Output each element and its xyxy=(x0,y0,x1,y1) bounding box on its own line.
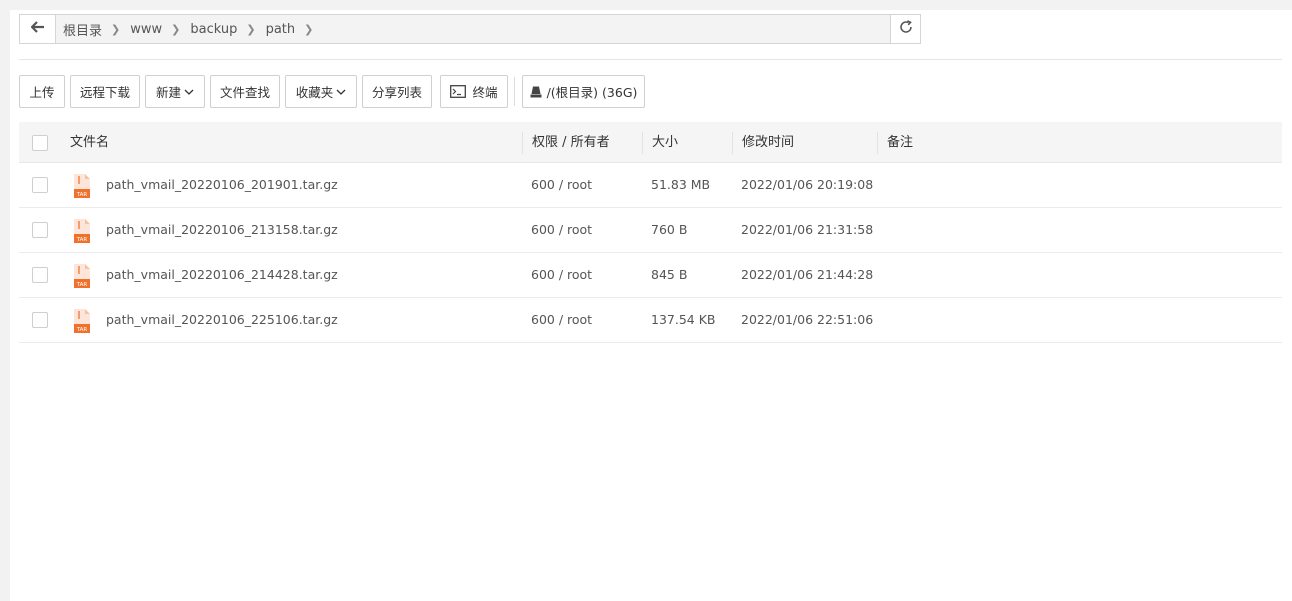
row-checkbox[interactable] xyxy=(32,222,48,238)
terminal-icon xyxy=(450,85,467,98)
share-list-label: 分享列表 xyxy=(371,85,422,100)
file-size: 845 B xyxy=(651,267,688,282)
new-label: 新建 xyxy=(155,85,181,100)
tar-file-icon: TAR xyxy=(72,219,92,243)
remote-download-label: 远程下载 xyxy=(79,85,130,100)
select-all-checkbox[interactable] xyxy=(32,135,48,151)
tar-file-icon: TAR xyxy=(72,264,92,288)
back-button[interactable] xyxy=(20,15,56,43)
disk-label: /(根目录) (36G) xyxy=(546,85,638,100)
column-divider xyxy=(642,132,643,154)
terminal-label: 终端 xyxy=(472,85,498,100)
column-header-size[interactable]: 大小 xyxy=(652,122,678,163)
row-checkbox[interactable] xyxy=(32,267,48,283)
chevron-right-icon: ❯ xyxy=(111,22,121,36)
table-row[interactable]: TAR path_vmail_20220106_201901.tar.gz 60… xyxy=(19,163,1282,208)
disk-icon xyxy=(530,86,542,98)
disk-button[interactable]: /(根目录) (36G) xyxy=(522,75,645,108)
file-name[interactable]: path_vmail_20220106_213158.tar.gz xyxy=(106,208,338,252)
remote-download-button[interactable]: 远程下载 xyxy=(70,75,140,108)
tar-file-icon: TAR xyxy=(72,309,92,333)
row-checkbox[interactable] xyxy=(32,177,48,193)
file-mtime: 2022/01/06 21:44:28 xyxy=(741,267,874,282)
chevron-down-icon xyxy=(336,84,346,99)
table-row[interactable]: TAR path_vmail_20220106_213158.tar.gz 60… xyxy=(19,208,1282,253)
file-perm[interactable]: 600 / root xyxy=(531,208,592,252)
column-header-mtime[interactable]: 修改时间 xyxy=(742,122,794,163)
divider xyxy=(19,59,1282,60)
chevron-right-icon: ❯ xyxy=(171,22,181,36)
new-dropdown-button[interactable]: 新建 xyxy=(145,75,205,108)
table-header: 文件名 权限 / 所有者 大小 修改时间 备注 xyxy=(19,122,1282,163)
svg-text:TAR: TAR xyxy=(76,192,88,198)
breadcrumb: 根目录 ❯ www ❯ backup ❯ path ❯ xyxy=(56,15,890,43)
svg-text:TAR: TAR xyxy=(76,282,88,288)
file-size: 137.54 KB xyxy=(651,312,716,327)
svg-text:TAR: TAR xyxy=(76,327,88,333)
column-divider xyxy=(732,132,733,154)
upload-label: 上传 xyxy=(29,85,55,100)
column-divider xyxy=(522,132,523,154)
crumb-backup[interactable]: backup xyxy=(190,22,237,37)
file-mtime: 2022/01/06 22:51:06 xyxy=(741,312,874,327)
favorites-label: 收藏夹 xyxy=(295,85,334,100)
crumb-root[interactable]: 根目录 xyxy=(63,20,102,39)
column-header-remark: 备注 xyxy=(887,135,914,150)
file-perm[interactable]: 600 / root xyxy=(531,253,592,297)
terminal-button[interactable]: 终端 xyxy=(440,75,508,108)
table-row[interactable]: TAR path_vmail_20220106_214428.tar.gz 60… xyxy=(19,253,1282,298)
crumb-www[interactable]: www xyxy=(130,22,162,37)
file-mtime: 2022/01/06 20:19:08 xyxy=(741,177,874,192)
file-perm[interactable]: 600 / root xyxy=(531,163,592,207)
column-header-name[interactable]: 文件名 xyxy=(70,122,109,163)
file-size: 51.83 MB xyxy=(651,177,711,192)
row-checkbox[interactable] xyxy=(32,312,48,328)
file-name[interactable]: path_vmail_20220106_201901.tar.gz xyxy=(106,163,338,207)
upload-button[interactable]: 上传 xyxy=(19,75,65,108)
chevron-right-icon: ❯ xyxy=(304,22,314,36)
chevron-right-icon: ❯ xyxy=(246,22,256,36)
favorites-dropdown-button[interactable]: 收藏夹 xyxy=(285,75,357,108)
file-search-button[interactable]: 文件查找 xyxy=(210,75,280,108)
tar-file-icon: TAR xyxy=(72,174,92,198)
path-bar: 根目录 ❯ www ❯ backup ❯ path ❯ xyxy=(19,14,921,44)
file-name[interactable]: path_vmail_20220106_214428.tar.gz xyxy=(106,253,338,297)
svg-text:TAR: TAR xyxy=(76,237,88,243)
crumb-path[interactable]: path xyxy=(266,22,296,37)
file-size: 760 B xyxy=(651,222,688,237)
column-divider xyxy=(877,132,878,154)
arrow-left-icon xyxy=(29,21,45,37)
file-search-label: 文件查找 xyxy=(219,85,270,100)
chevron-down-icon xyxy=(184,84,194,99)
file-mtime: 2022/01/06 21:31:58 xyxy=(741,222,874,237)
share-list-button[interactable]: 分享列表 xyxy=(362,75,432,108)
file-perm[interactable]: 600 / root xyxy=(531,298,592,342)
toolbar-separator xyxy=(514,77,515,106)
column-header-perm[interactable]: 权限 / 所有者 xyxy=(532,122,610,163)
file-name[interactable]: path_vmail_20220106_225106.tar.gz xyxy=(106,298,338,342)
table-row[interactable]: TAR path_vmail_20220106_225106.tar.gz 60… xyxy=(19,298,1282,343)
refresh-icon xyxy=(899,20,913,38)
refresh-button[interactable] xyxy=(890,15,920,43)
